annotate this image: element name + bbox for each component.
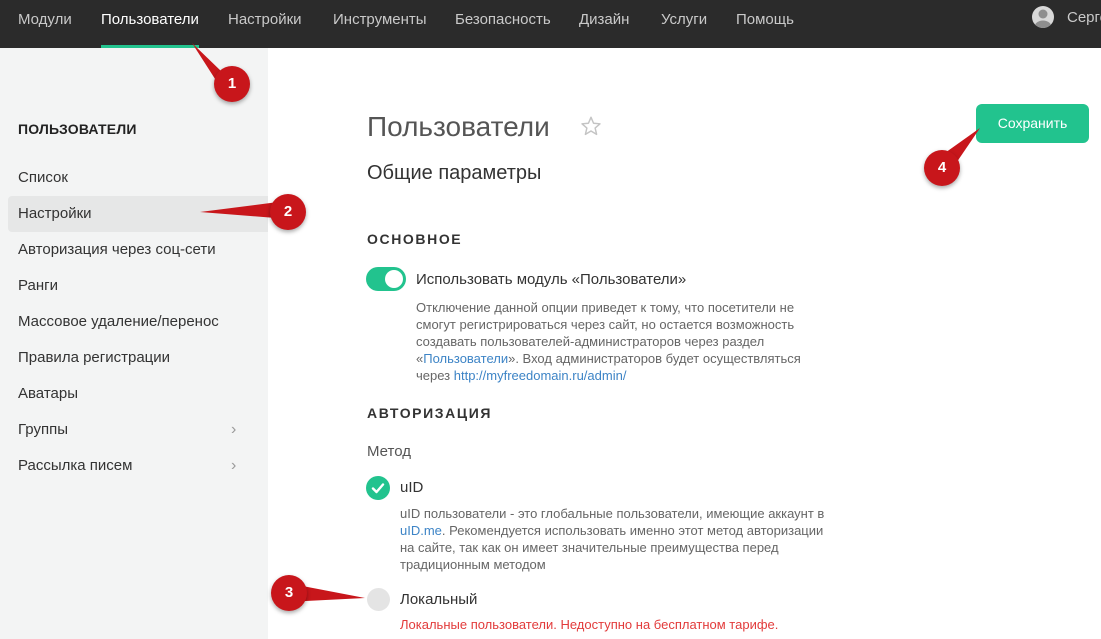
annotation-marker-3: 3 xyxy=(271,575,307,611)
annotation-arrows xyxy=(192,43,980,602)
annotation-marker-2: 2 xyxy=(270,194,306,230)
annotation-marker-1: 1 xyxy=(214,66,250,102)
annotation-marker-4: 4 xyxy=(924,150,960,186)
